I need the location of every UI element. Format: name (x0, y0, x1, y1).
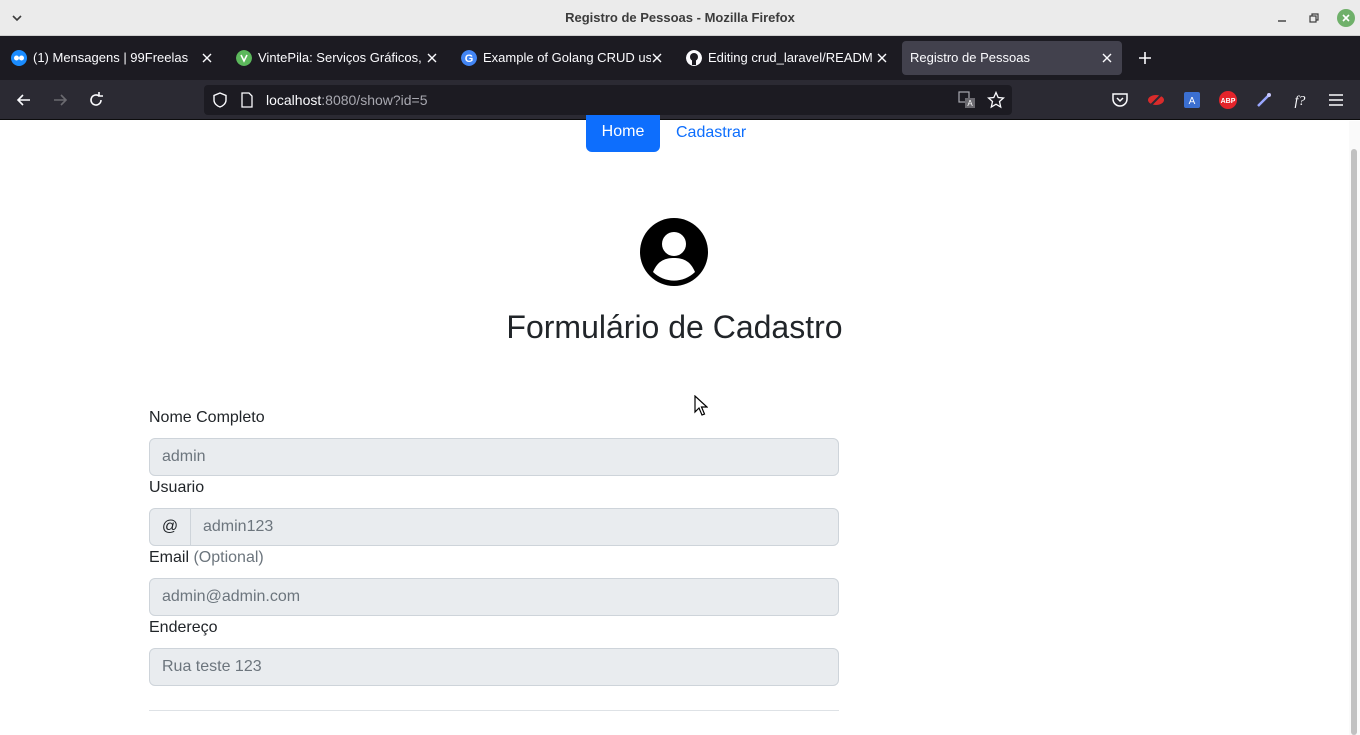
svg-text:A: A (967, 99, 973, 108)
hamburger-menu-icon[interactable] (1326, 90, 1346, 110)
google-icon: G (461, 50, 477, 66)
address-label: Endereço (149, 619, 218, 636)
tab-github-readme[interactable]: Editing crud_laravel/READM (677, 41, 895, 75)
nav-toolbar: localhost:8080/show?id=5 A A ABP f? (0, 80, 1360, 120)
tab-label: (1) Mensagens | 99Freelas (33, 50, 189, 65)
color-picker-icon[interactable] (1254, 90, 1274, 110)
vintepila-icon (236, 50, 252, 66)
tab-label: VintePila: Serviços Gráficos, (258, 50, 422, 65)
at-prefix: @ (149, 508, 191, 546)
close-tab-icon[interactable] (876, 52, 888, 64)
github-icon (686, 50, 702, 66)
reload-icon[interactable] (86, 90, 106, 110)
email-label: Email (Optional) (149, 549, 264, 567)
99freelas-icon (11, 50, 27, 66)
close-tab-icon[interactable] (201, 52, 213, 64)
tab-bar: (1) Mensagens | 99Freelas VintePila: Ser… (0, 36, 1360, 80)
svg-text:A: A (1189, 96, 1196, 107)
back-icon[interactable] (14, 90, 34, 110)
formula-icon[interactable]: f? (1290, 90, 1310, 110)
username-input-group: @ admin123 (149, 508, 839, 546)
page-content: Home Cadastrar Formulário de Cadastro No… (0, 115, 1360, 735)
url-path: :8080/show?id=5 (321, 92, 428, 108)
url-host: localhost (266, 92, 322, 108)
close-tab-icon[interactable] (1101, 52, 1113, 64)
tab-99freelas[interactable]: (1) Mensagens | 99Freelas (2, 41, 220, 75)
svg-text:ABP: ABP (1221, 98, 1236, 105)
url-bar[interactable]: localhost:8080/show?id=5 A (204, 85, 1012, 115)
translate-icon[interactable]: A (958, 91, 976, 109)
extension-eye-icon[interactable] (1146, 90, 1166, 110)
close-icon (1342, 14, 1350, 22)
url-text: localhost:8080/show?id=5 (266, 85, 428, 115)
pocket-icon[interactable] (1110, 90, 1130, 110)
adblock-plus-icon[interactable]: ABP (1218, 90, 1238, 110)
tab-golang-crud[interactable]: G Example of Golang CRUD us (452, 41, 670, 75)
tab-label: Registro de Pessoas (910, 50, 1030, 65)
svg-text:G: G (465, 53, 474, 65)
shield-icon[interactable] (212, 92, 228, 108)
translate-extension-icon[interactable]: A (1182, 90, 1202, 110)
close-tab-icon[interactable] (426, 52, 438, 64)
email-label-text: Email (149, 549, 190, 566)
name-field[interactable]: admin (149, 438, 839, 476)
bookmark-star-icon[interactable] (987, 91, 1005, 109)
svg-text:f?: f? (1295, 94, 1306, 109)
tab-label: Editing crud_laravel/READM (708, 50, 873, 65)
tab-label: Example of Golang CRUD us (483, 50, 651, 65)
username-field[interactable]: admin123 (190, 508, 839, 546)
name-label: Nome Completo (149, 409, 265, 426)
username-label: Usuario (149, 479, 205, 496)
tab-registro-pessoas[interactable]: Registro de Pessoas (902, 41, 1122, 75)
scrollbar-thumb[interactable] (1351, 149, 1357, 735)
minimize-icon[interactable] (1275, 11, 1289, 25)
page-icon[interactable] (240, 92, 254, 108)
mouse-cursor-icon (694, 395, 708, 416)
divider (149, 710, 839, 711)
window-titlebar: Registro de Pessoas - Mozilla Firefox (0, 0, 1360, 36)
window-title: Registro de Pessoas - Mozilla Firefox (565, 10, 795, 25)
tab-vintepila[interactable]: VintePila: Serviços Gráficos, (227, 41, 445, 75)
restore-icon[interactable] (1307, 11, 1321, 25)
user-avatar-icon (640, 218, 708, 286)
forward-icon[interactable] (50, 90, 70, 110)
nav-home-link[interactable]: Home (586, 115, 660, 152)
new-tab-icon[interactable] (1136, 49, 1154, 67)
email-field[interactable]: admin@admin.com (149, 578, 839, 616)
address-field[interactable]: Rua teste 123 (149, 648, 839, 686)
close-tab-icon[interactable] (651, 52, 663, 64)
page-title: Formulário de Cadastro (506, 309, 843, 345)
close-window-button[interactable] (1337, 9, 1355, 27)
email-optional-text: (Optional) (193, 549, 264, 566)
page-scrollbar[interactable] (1349, 121, 1360, 735)
nav-register-link[interactable]: Cadastrar (676, 121, 746, 145)
